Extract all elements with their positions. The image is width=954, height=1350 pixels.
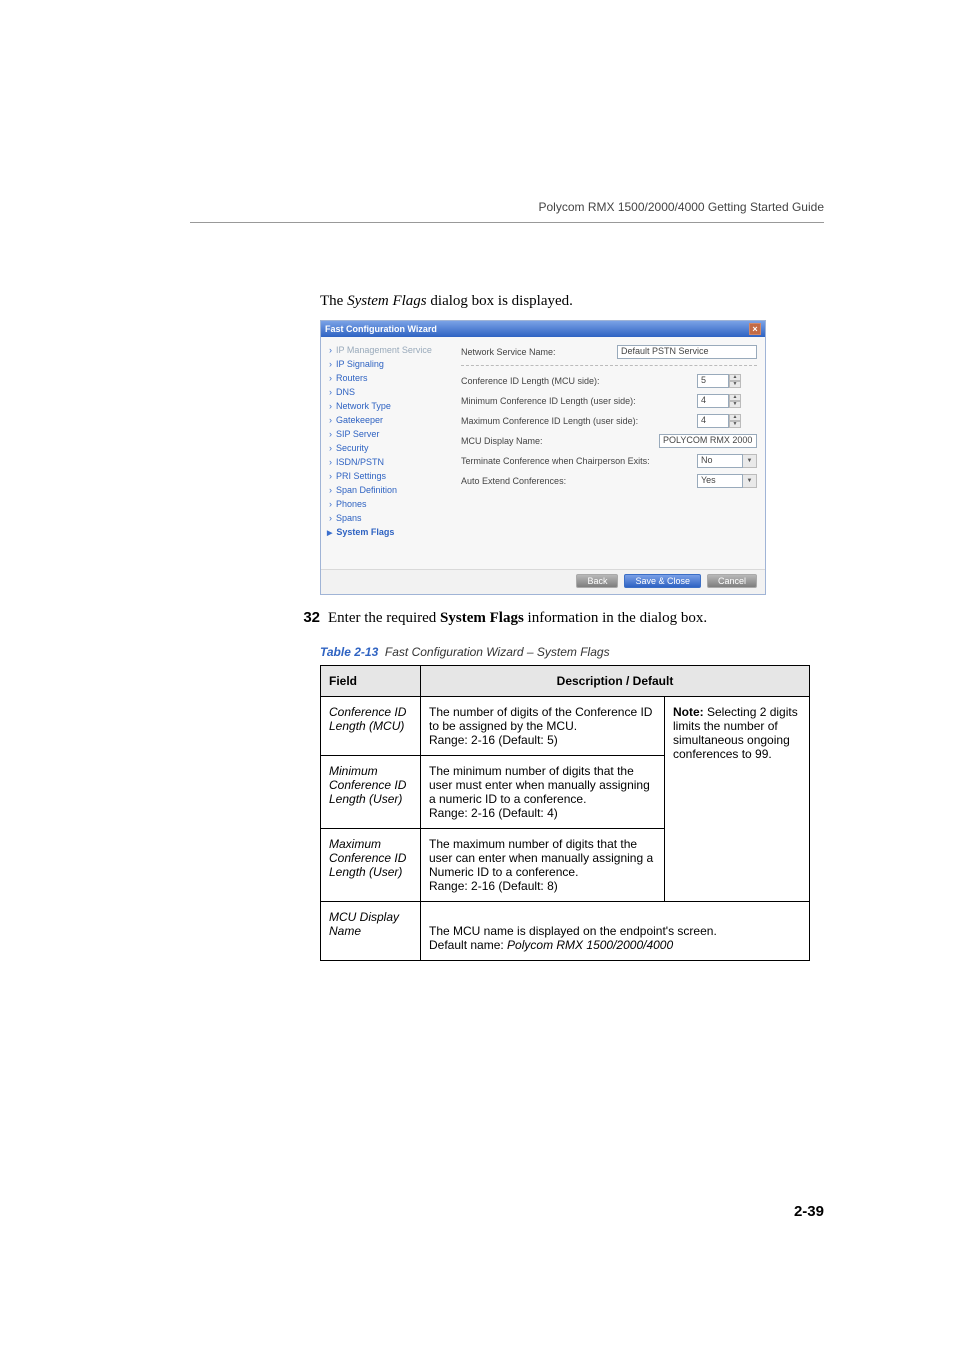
nav-security[interactable]: Security <box>325 441 447 455</box>
nav-routers[interactable]: Routers <box>325 371 447 385</box>
nav-span-definition[interactable]: Span Definition <box>325 483 447 497</box>
max-conf-len-spinner[interactable]: 4 ▲▼ <box>697 414 757 428</box>
wizard-nav: IP Management Service IP Signaling Route… <box>321 337 451 569</box>
divider <box>461 365 757 366</box>
page-number: 2-39 <box>794 1203 824 1220</box>
wizard-footer: Back Save & Close Cancel <box>321 569 765 594</box>
wizard-form: Network Service Name: Default PSTN Servi… <box>451 337 765 569</box>
chevron-down-icon[interactable]: ▼ <box>729 381 741 388</box>
table-number: Table 2-13 <box>320 645 378 659</box>
wizard-title-text: Fast Configuration Wizard <box>325 324 437 334</box>
nav-ip-signaling[interactable]: IP Signaling <box>325 357 447 371</box>
chevron-down-icon[interactable]: ▼ <box>729 421 741 428</box>
nav-phones[interactable]: Phones <box>325 497 447 511</box>
chevron-down-icon[interactable]: ▼ <box>743 454 757 468</box>
close-icon[interactable]: × <box>749 323 761 335</box>
nav-spans[interactable]: Spans <box>325 511 447 525</box>
step-number: 32 <box>290 609 320 626</box>
min-conf-len-value[interactable]: 4 <box>697 394 729 408</box>
r3-field: Maximum Conference ID Length (User) <box>321 829 421 902</box>
system-flags-table: Field Description / Default Conference I… <box>320 665 810 961</box>
intro-text: The System Flags dialog box is displayed… <box>320 293 824 310</box>
intro-italic: System Flags <box>347 293 427 309</box>
chevron-down-icon[interactable]: ▼ <box>729 401 741 408</box>
auto-extend-label: Auto Extend Conferences: <box>461 476 697 486</box>
page-header: Polycom RMX 1500/2000/4000 Getting Start… <box>190 200 824 223</box>
chevron-up-icon[interactable]: ▲ <box>729 374 741 381</box>
nav-dns[interactable]: DNS <box>325 385 447 399</box>
r4-desc: The MCU name is displayed on the endpoin… <box>421 902 810 961</box>
back-button[interactable]: Back <box>576 574 618 588</box>
wizard-titlebar: Fast Configuration Wizard × <box>321 321 765 337</box>
intro-suffix: dialog box is displayed. <box>427 293 573 309</box>
net-service-input[interactable]: Default PSTN Service <box>617 345 757 359</box>
cancel-button[interactable]: Cancel <box>707 574 757 588</box>
r1-desc: The number of digits of the Conference I… <box>421 697 665 756</box>
max-conf-len-value[interactable]: 4 <box>697 414 729 428</box>
terminate-value: No <box>697 454 743 468</box>
r4-field: MCU Display Name <box>321 902 421 961</box>
intro-prefix: The <box>320 293 347 309</box>
step-post: information in the dialog box. <box>524 610 707 626</box>
step-32: 32 Enter the required System Flags infor… <box>290 609 824 627</box>
min-conf-len-spinner[interactable]: 4 ▲▼ <box>697 394 757 408</box>
nav-system-flags[interactable]: System Flags <box>325 525 447 539</box>
nav-sip-server[interactable]: SIP Server <box>325 427 447 441</box>
wizard-dialog: Fast Configuration Wizard × IP Managemen… <box>320 320 766 595</box>
note-cell: Note: Selecting 2 digits limits the numb… <box>665 697 810 902</box>
step-bold: System Flags <box>440 610 524 626</box>
th-description: Description / Default <box>421 666 810 697</box>
chevron-up-icon[interactable]: ▲ <box>729 394 741 401</box>
nav-pri-settings[interactable]: PRI Settings <box>325 469 447 483</box>
step-pre: Enter the required <box>328 610 440 626</box>
r3-desc: The maximum number of digits that the us… <box>421 829 665 902</box>
table-caption: Table 2-13 Fast Configuration Wizard – S… <box>320 645 824 659</box>
chevron-up-icon[interactable]: ▲ <box>729 414 741 421</box>
min-conf-len-label: Minimum Conference ID Length (user side)… <box>461 396 697 406</box>
auto-extend-value: Yes <box>697 474 743 488</box>
auto-extend-dropdown[interactable]: Yes ▼ <box>697 474 757 488</box>
terminate-dropdown[interactable]: No ▼ <box>697 454 757 468</box>
chevron-down-icon[interactable]: ▼ <box>743 474 757 488</box>
mcu-display-label: MCU Display Name: <box>461 436 659 446</box>
conf-id-len-value[interactable]: 5 <box>697 374 729 388</box>
max-conf-len-label: Maximum Conference ID Length (user side)… <box>461 416 697 426</box>
nav-network-type[interactable]: Network Type <box>325 399 447 413</box>
net-service-label: Network Service Name: <box>461 347 617 357</box>
conf-id-len-spinner[interactable]: 5 ▲▼ <box>697 374 757 388</box>
r1-field: Conference ID Length (MCU) <box>321 697 421 756</box>
r2-field: Minimum Conference ID Length (User) <box>321 756 421 829</box>
table-title: Fast Configuration Wizard – System Flags <box>385 645 610 659</box>
r2-desc: The minimum number of digits that the us… <box>421 756 665 829</box>
r4-desc-italic: Polycom RMX 1500/2000/4000 <box>507 938 673 952</box>
conf-id-len-label: Conference ID Length (MCU side): <box>461 376 697 386</box>
save-close-button[interactable]: Save & Close <box>624 574 701 588</box>
mcu-display-input[interactable]: POLYCOM RMX 2000 <box>659 434 757 448</box>
terminate-label: Terminate Conference when Chairperson Ex… <box>461 456 697 466</box>
note-bold: Note: <box>673 705 704 719</box>
th-field: Field <box>321 666 421 697</box>
nav-ip-management[interactable]: IP Management Service <box>325 343 447 357</box>
nav-isdn-pstn[interactable]: ISDN/PSTN <box>325 455 447 469</box>
nav-gatekeeper[interactable]: Gatekeeper <box>325 413 447 427</box>
